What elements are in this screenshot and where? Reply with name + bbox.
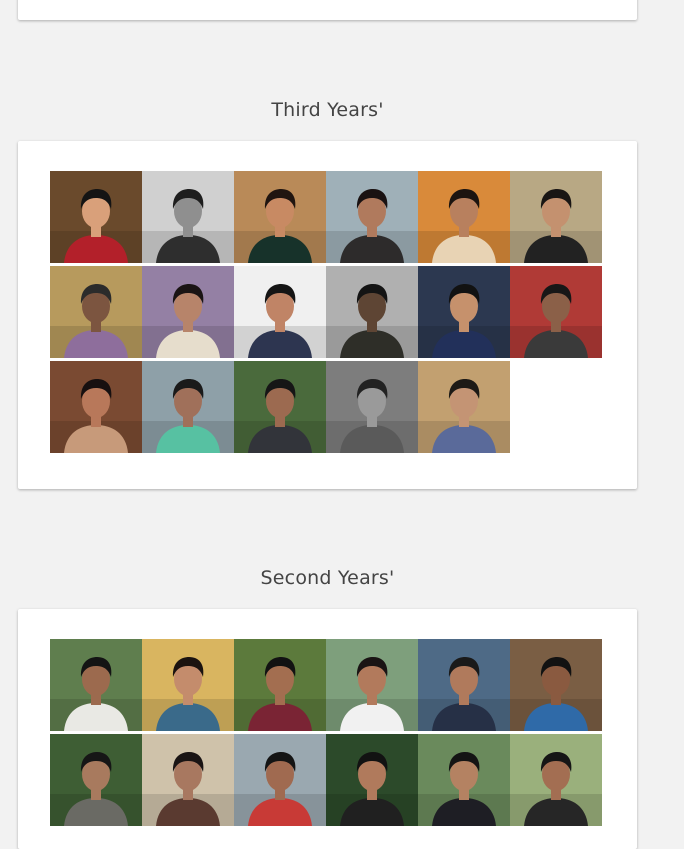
second-year-member-photo[interactable] xyxy=(326,734,418,826)
third-year-member-photo[interactable] xyxy=(510,266,602,358)
third-year-member-photo[interactable] xyxy=(418,171,510,263)
third-year-member-photo[interactable] xyxy=(142,171,234,263)
second-year-member-photo[interactable] xyxy=(234,639,326,731)
third-year-member-photo[interactable] xyxy=(50,171,142,263)
third-year-member-photo[interactable] xyxy=(50,266,142,358)
third-year-member-photo[interactable] xyxy=(234,361,326,453)
third-years-photo-grid xyxy=(50,171,602,453)
second-years-heading: Second Years' xyxy=(260,567,395,589)
second-year-member-photo[interactable] xyxy=(510,639,602,731)
third-year-member-photo[interactable] xyxy=(418,266,510,358)
third-year-member-photo[interactable] xyxy=(326,266,418,358)
second-years-card xyxy=(18,609,637,849)
third-year-member-photo[interactable] xyxy=(142,266,234,358)
previous-section-card xyxy=(18,0,637,20)
second-year-member-photo[interactable] xyxy=(418,734,510,826)
second-year-member-photo[interactable] xyxy=(326,639,418,731)
second-year-member-photo[interactable] xyxy=(50,734,142,826)
third-year-member-photo[interactable] xyxy=(326,361,418,453)
third-years-card xyxy=(18,141,637,489)
second-year-member-photo[interactable] xyxy=(142,734,234,826)
second-year-member-photo[interactable] xyxy=(418,639,510,731)
second-year-member-photo[interactable] xyxy=(142,639,234,731)
third-year-member-photo[interactable] xyxy=(234,266,326,358)
second-year-member-photo[interactable] xyxy=(510,734,602,826)
third-year-member-photo[interactable] xyxy=(326,171,418,263)
third-year-member-photo[interactable] xyxy=(418,361,510,453)
third-years-heading: Third Years' xyxy=(271,99,384,121)
third-year-member-photo[interactable] xyxy=(142,361,234,453)
third-year-member-photo[interactable] xyxy=(510,171,602,263)
second-year-member-photo[interactable] xyxy=(50,639,142,731)
third-year-member-photo[interactable] xyxy=(234,171,326,263)
second-years-photo-grid xyxy=(50,639,602,826)
second-year-member-photo[interactable] xyxy=(234,734,326,826)
third-year-member-photo[interactable] xyxy=(50,361,142,453)
